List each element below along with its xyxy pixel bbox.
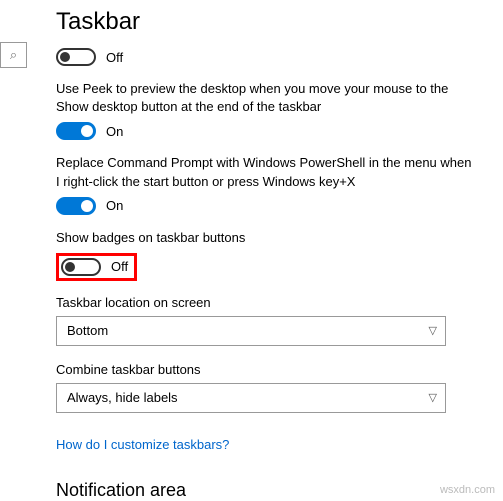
toggle-switch-powershell[interactable] [56,197,96,215]
help-link[interactable]: How do I customize taskbars? [56,437,229,452]
search-button[interactable]: ⌕ [0,42,27,68]
location-select[interactable]: Bottom ▽ [56,316,446,346]
combine-label: Combine taskbar buttons [56,362,473,377]
powershell-description: Replace Command Prompt with Windows Powe… [56,154,473,190]
toggle-switch-peek[interactable] [56,122,96,140]
chevron-down-icon: ▽ [429,324,437,337]
location-label: Taskbar location on screen [56,295,473,310]
combine-select[interactable]: Always, hide labels ▽ [56,383,446,413]
search-icon: ⌕ [10,47,17,63]
peek-description: Use Peek to preview the desktop when you… [56,80,473,116]
toggle-row-powershell: On [56,197,473,215]
toggle-row-peek: On [56,122,473,140]
badges-description: Show badges on taskbar buttons [56,229,473,247]
settings-content: Taskbar Off Use Peek to preview the desk… [0,0,503,501]
location-value: Bottom [67,323,108,338]
combine-value: Always, hide labels [67,390,178,405]
toggle-switch-badges[interactable] [61,258,101,276]
notification-area-title: Notification area [56,480,473,501]
toggle-row-1: Off [56,48,473,66]
toggle-label-1: Off [106,50,123,65]
page-title: Taskbar [56,8,473,36]
toggle-switch-1[interactable] [56,48,96,66]
toggle-label-powershell: On [106,198,123,213]
watermark: wsxdn.com [440,484,495,496]
highlighted-badges-toggle: Off [56,253,137,281]
chevron-down-icon: ▽ [429,391,437,404]
toggle-label-peek: On [106,124,123,139]
toggle-label-badges: Off [111,259,128,274]
